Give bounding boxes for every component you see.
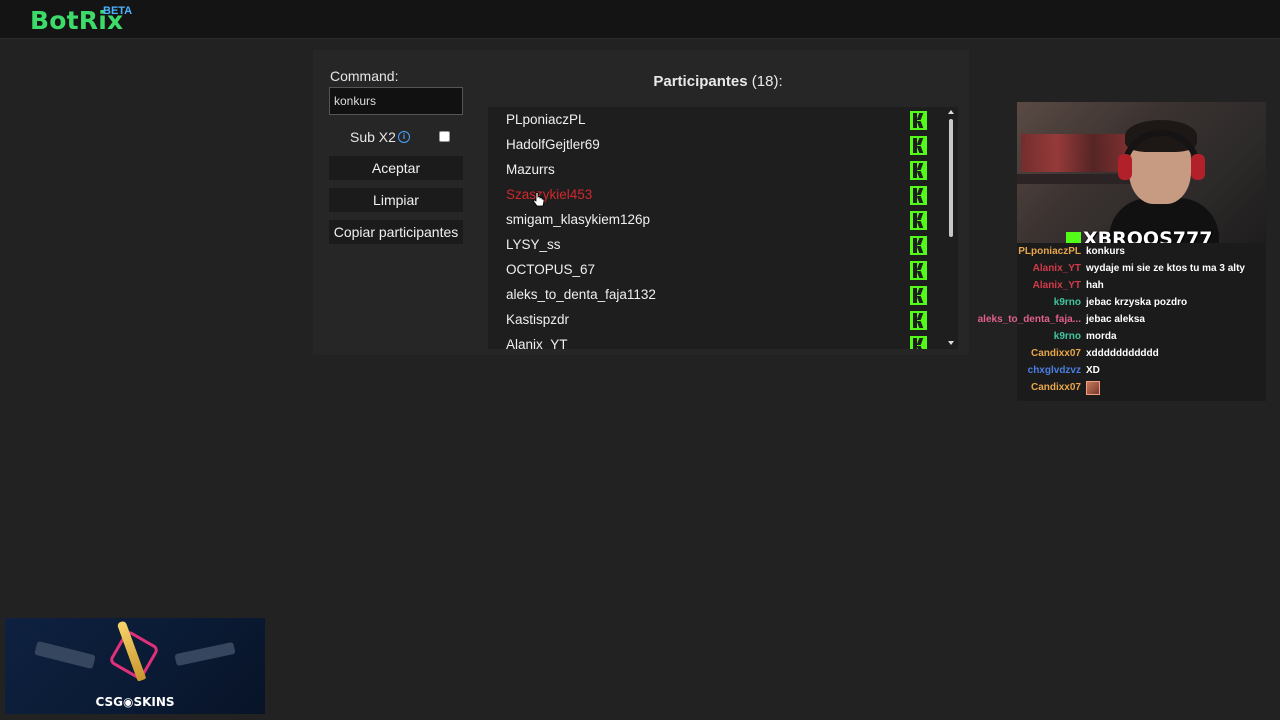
- participants-list[interactable]: Alanix_YT Kastispzdr aleks_to_denta_faja11…: [488, 107, 958, 349]
- chat-username: Candixx07: [1030, 348, 1081, 359]
- kick-icon: [910, 111, 927, 130]
- chat-username: Alanix_YT: [1032, 280, 1081, 291]
- headset-ear-right: [1191, 154, 1205, 180]
- chat-message: chxglvdzvz XD: [1017, 363, 1266, 380]
- participant-row[interactable]: PLponiaczPL: [488, 108, 933, 133]
- chat-message: Alanix_YT wydaje mi sie ze ktos tu ma 3 a…: [1017, 261, 1266, 278]
- participant-row[interactable]: Kastispzdr: [488, 308, 933, 333]
- beta-badge: BETA: [103, 5, 133, 17]
- giveaway-panel: Command: Sub X2 i Aceptar Limpiar Copiar…: [313, 50, 969, 355]
- participant-name: LYSY_ss: [506, 237, 561, 252]
- shelf-decor: [1021, 134, 1129, 172]
- kick-icon: [910, 261, 927, 280]
- kick-icon: [910, 286, 927, 305]
- info-icon[interactable]: i: [398, 131, 410, 143]
- webcam-overlay: [1017, 102, 1266, 243]
- participant-row[interactable]: Szaszykiel453: [488, 183, 933, 208]
- chat-text: xddddddddddd: [1086, 348, 1159, 359]
- participant-name: OCTOPUS_67: [506, 262, 596, 277]
- chat-text: jebac krzyska pozdro: [1086, 297, 1188, 308]
- csgoskins-ad-banner[interactable]: CSG◉SKINS: [5, 618, 265, 714]
- headset-ear-left: [1118, 154, 1132, 180]
- participant-row[interactable]: smigam_klasykiem126p: [488, 208, 933, 233]
- chat-message: Candixx07: [1017, 380, 1266, 397]
- kick-icon: [910, 186, 927, 205]
- participant-row[interactable]: Mazurrs: [488, 158, 933, 183]
- chat-text: wydaje mi sie ze ktos tu ma 3 alty: [1086, 263, 1245, 274]
- participant-row[interactable]: OCTOPUS_67: [488, 258, 933, 283]
- participant-name: Mazurrs: [506, 162, 555, 177]
- copy-participants-button[interactable]: Copiar participantes: [329, 220, 463, 244]
- participants-suffix: :: [778, 73, 783, 90]
- kick-icon: [910, 336, 927, 349]
- participant-name: smigam_klasykiem126p: [506, 212, 651, 227]
- kick-icon: [910, 311, 927, 330]
- participant-name: Alanix_YT: [506, 337, 568, 349]
- clear-button[interactable]: Limpiar: [329, 188, 463, 212]
- chat-message: Candixx07 xddddddddddd: [1017, 346, 1266, 363]
- chat-username: chxglvdzvz: [1027, 365, 1081, 376]
- participant-name: PLponiaczPL: [506, 112, 586, 127]
- participant-row[interactable]: LYSY_ss: [488, 233, 933, 258]
- participant-row[interactable]: Alanix_YT: [488, 333, 933, 349]
- command-label: Command:: [330, 68, 399, 84]
- participant-name: HadolfGejtler69: [506, 137, 600, 152]
- chat-username: Alanix_YT: [1032, 263, 1081, 274]
- participant-name: Kastispzdr: [506, 312, 570, 327]
- chat-username: PLponiaczPL: [1018, 246, 1081, 257]
- accept-button[interactable]: Aceptar: [329, 156, 463, 180]
- ad-brand-text: CSG◉SKINS: [95, 695, 175, 709]
- command-input[interactable]: [329, 87, 463, 115]
- chat-text: hah: [1086, 280, 1104, 291]
- top-bar: BotRix BETA: [0, 0, 1280, 39]
- kick-icon: [910, 211, 927, 230]
- kick-icon: [910, 236, 927, 255]
- scrollbar[interactable]: [947, 107, 958, 349]
- scroll-down-arrow-icon[interactable]: [948, 341, 954, 345]
- scrollbar-thumb[interactable]: [949, 119, 953, 237]
- chat-username: k9rno: [1053, 331, 1081, 342]
- chat-text: jebac aleksa: [1086, 314, 1145, 325]
- participant-name: aleks_to_denta_faja1132: [506, 287, 656, 302]
- chat-username: Candixx07: [1030, 382, 1081, 393]
- stream-chat: PLponiaczPL konkurs Alanix_YT wydaje mi sie…: [978, 243, 1266, 401]
- chat-username: aleks_to_denta_faja...: [977, 314, 1081, 325]
- kick-icon: [910, 161, 927, 180]
- chat-message: k9rno jebac krzyska pozdro: [1017, 295, 1266, 312]
- chat-message: aleks_to_denta_faja... jebac aleksa: [978, 312, 1266, 329]
- scroll-up-arrow-icon[interactable]: [948, 110, 954, 114]
- participant-row[interactable]: aleks_to_denta_faja1132: [488, 283, 933, 308]
- chat-username: k9rno: [1053, 297, 1081, 308]
- participant-row[interactable]: HadolfGejtler69: [488, 133, 933, 158]
- emote-icon: [1086, 381, 1100, 395]
- chat-message: PLponiaczPL konkurs: [1017, 244, 1266, 261]
- shelf-board: [1017, 174, 1132, 184]
- chat-message: Alanix_YT hah: [1017, 278, 1266, 295]
- hand-cursor-icon: [533, 192, 545, 207]
- chat-text: morda: [1086, 331, 1117, 342]
- kick-icon: [910, 136, 927, 155]
- sub-x2-checkbox[interactable]: [439, 131, 450, 142]
- participant-name: Szaszykiel453: [506, 187, 593, 202]
- chat-text: konkurs: [1086, 246, 1125, 257]
- participants-count: (18): [751, 73, 779, 90]
- chat-message: k9rno morda: [1017, 329, 1266, 346]
- chat-text: XD: [1086, 365, 1100, 376]
- rifle-graphic: [34, 640, 96, 670]
- participants-title: Participantes (18):: [488, 73, 948, 90]
- participants-heading: Participantes: [653, 73, 748, 90]
- sniper-graphic: [174, 641, 236, 667]
- sub-x2-label: Sub X2: [350, 129, 396, 145]
